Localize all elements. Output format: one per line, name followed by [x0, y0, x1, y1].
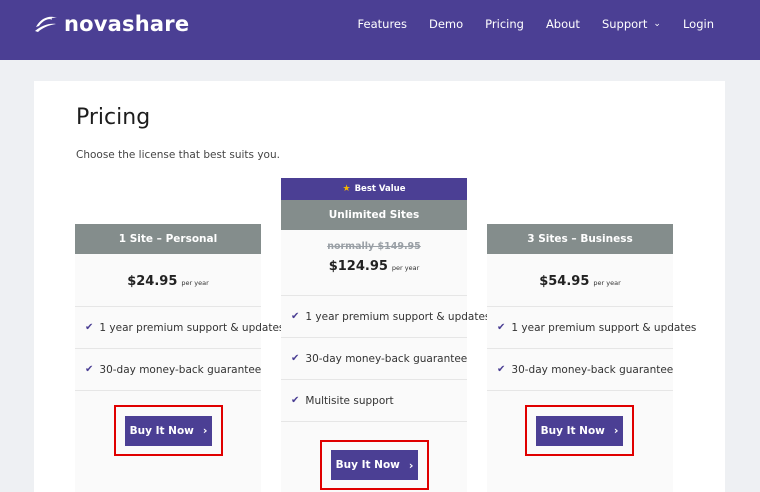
feature-text: 30-day money-back guarantee: [511, 363, 674, 376]
plan-period: per year: [181, 279, 209, 287]
feature-item: ✔ 30-day money-back guarantee: [487, 349, 673, 391]
badge-label: Best Value: [354, 184, 406, 194]
buy-button-label: Buy It Now: [540, 424, 605, 437]
chevron-right-icon: ›: [202, 424, 208, 437]
feature-text: 30-day money-back guarantee: [99, 363, 262, 376]
main-nav: Features Demo Pricing About Support ⌄ Lo…: [358, 17, 714, 31]
plan-period: per year: [391, 264, 420, 272]
nav-about[interactable]: About: [546, 17, 580, 31]
price-box: normally $149.95 $124.95 per year: [281, 230, 467, 296]
feature-text: 1 year premium support & updates: [305, 310, 491, 323]
brand-name: novashare: [64, 12, 190, 36]
nav-support[interactable]: Support ⌄: [602, 17, 661, 31]
buy-button-label: Buy It Now: [335, 459, 400, 471]
price-box: $54.95 per year: [487, 254, 673, 307]
nav-demo[interactable]: Demo: [429, 17, 463, 31]
price-line: $124.95 per year: [281, 257, 467, 275]
buy-button-highlight: Buy It Now ›: [525, 405, 634, 456]
buy-button-label: Buy It Now: [129, 424, 194, 437]
star-icon: ★: [342, 184, 351, 194]
buy-button-personal[interactable]: Buy It Now ›: [125, 415, 212, 446]
feature-text: 30-day money-back guarantee: [305, 352, 468, 365]
check-icon: ✔: [291, 395, 300, 406]
novashare-logo-icon: [35, 16, 57, 32]
check-icon: ✔: [291, 311, 300, 322]
feature-text: Multisite support: [305, 394, 394, 407]
feature-item: ✔ 1 year premium support & updates: [75, 307, 284, 349]
old-price: normally $149.95: [327, 241, 421, 252]
check-icon: ✔: [85, 364, 94, 375]
nav-features[interactable]: Features: [358, 17, 407, 31]
buy-button-highlight: Buy It Now ›: [320, 440, 429, 490]
nav-support-label: Support: [601, 17, 648, 31]
price-box: $24.95 per year: [75, 254, 261, 307]
chevron-right-icon: ›: [613, 424, 619, 437]
plan-price: $24.95: [127, 274, 178, 289]
best-value-badge: ★ Best Value: [281, 178, 467, 200]
feature-text: 1 year premium support & updates: [99, 321, 285, 334]
chevron-right-icon: ›: [408, 458, 414, 472]
site-header: novashare Features Demo Pricing About Su…: [0, 0, 760, 60]
feature-item: ✔ 1 year premium support & updates: [487, 307, 696, 349]
page-title: Pricing: [76, 105, 151, 130]
plan-period: per year: [593, 279, 621, 287]
feature-item: ✔ 1 year premium support & updates: [281, 296, 490, 338]
nav-login[interactable]: Login: [683, 17, 714, 31]
brand-logo[interactable]: novashare: [33, 12, 189, 36]
check-icon: ✔: [497, 364, 506, 375]
feature-item: ✔ 30-day money-back guarantee: [75, 349, 261, 391]
plan-price: $124.95: [328, 259, 388, 274]
plan-name: 1 Site – Personal: [75, 224, 261, 254]
buy-button-highlight: Buy It Now ›: [114, 405, 223, 456]
page-subtitle: Choose the license that best suits you.: [76, 149, 280, 161]
plan-price: $54.95: [539, 274, 590, 289]
check-icon: ✔: [85, 322, 94, 333]
buy-button-business[interactable]: Buy It Now ›: [536, 415, 623, 446]
plan-name: Unlimited Sites: [281, 200, 467, 230]
plan-name: 3 Sites – Business: [487, 224, 673, 254]
check-icon: ✔: [291, 353, 300, 364]
nav-pricing[interactable]: Pricing: [485, 17, 524, 31]
buy-button-unlimited[interactable]: Buy It Now ›: [331, 450, 418, 480]
feature-item: ✔ Multisite support: [281, 380, 467, 422]
check-icon: ✔: [497, 322, 506, 333]
feature-text: 1 year premium support & updates: [511, 321, 697, 334]
chevron-down-icon: ⌄: [653, 19, 661, 29]
feature-item: ✔ 30-day money-back guarantee: [281, 338, 467, 380]
